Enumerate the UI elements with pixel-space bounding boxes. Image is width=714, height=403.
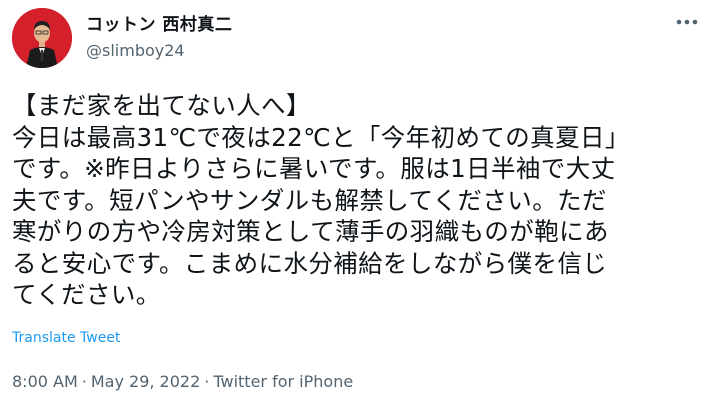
tweet-card: コットン 西村真二 @slimboy24 【まだ家を出てない人へ】 今日は最高3…: [0, 0, 714, 403]
display-name[interactable]: コットン 西村真二: [86, 14, 232, 36]
meta-separator: ·: [204, 372, 210, 391]
avatar-image: [12, 8, 72, 68]
more-options-icon[interactable]: [672, 12, 702, 32]
tweet-text: 【まだ家を出てない人へ】 今日は最高31℃で夜は22℃と「今年初めての真夏日」 …: [12, 91, 630, 309]
meta-separator: ·: [81, 372, 87, 391]
translate-tweet-link[interactable]: Translate Tweet: [12, 330, 120, 346]
user-names: コットン 西村真二 @slimboy24: [86, 14, 232, 62]
tweet-metadata: 8:00 AM · May 29, 2022 · Twitter for iPh…: [12, 372, 353, 391]
tweet-source[interactable]: Twitter for iPhone: [213, 372, 353, 391]
user-handle[interactable]: @slimboy24: [86, 40, 232, 62]
tweet-date[interactable]: May 29, 2022: [91, 372, 200, 391]
tweet-header: コットン 西村真二 @slimboy24: [12, 8, 232, 68]
avatar[interactable]: [12, 8, 72, 68]
tweet-time[interactable]: 8:00 AM: [12, 372, 78, 391]
